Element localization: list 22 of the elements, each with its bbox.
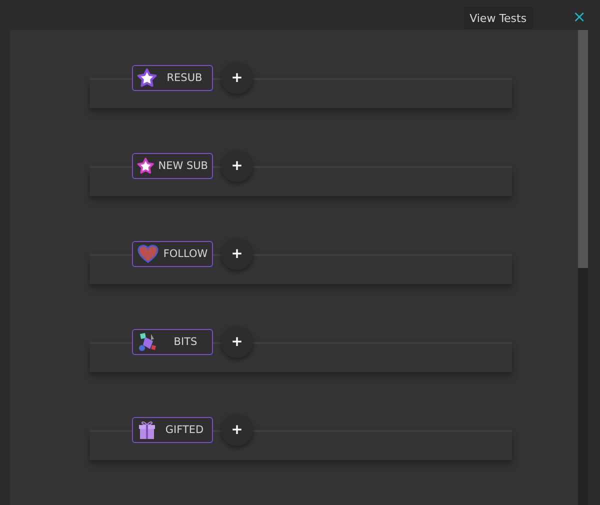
add-button[interactable]: + [221, 62, 253, 94]
scrollbar-thumb[interactable] [578, 30, 588, 268]
event-badge[interactable]: BITS [132, 329, 213, 355]
view-tests-button[interactable]: View Tests [464, 7, 533, 29]
add-button[interactable]: + [221, 326, 253, 358]
event-label: GIFTED [164, 424, 205, 436]
event-badge[interactable]: NEW SUB [132, 153, 213, 179]
event-badge[interactable]: GIFTED [132, 417, 213, 443]
add-button[interactable]: + [221, 150, 253, 182]
event-label: FOLLOW [163, 248, 208, 260]
event-badge[interactable]: FOLLOW [132, 241, 213, 267]
gift-icon [137, 420, 157, 440]
heart-icon [137, 244, 159, 264]
event-label: NEW SUB [158, 160, 208, 172]
add-button[interactable]: + [221, 414, 253, 446]
event-label: RESUB [166, 72, 204, 84]
add-button[interactable]: + [221, 238, 253, 270]
scrollbar[interactable] [578, 30, 588, 505]
gems-icon [137, 331, 159, 353]
close-button[interactable]: × [572, 9, 586, 25]
event-badge[interactable]: RESUB [132, 65, 213, 91]
event-label: BITS [172, 336, 198, 348]
